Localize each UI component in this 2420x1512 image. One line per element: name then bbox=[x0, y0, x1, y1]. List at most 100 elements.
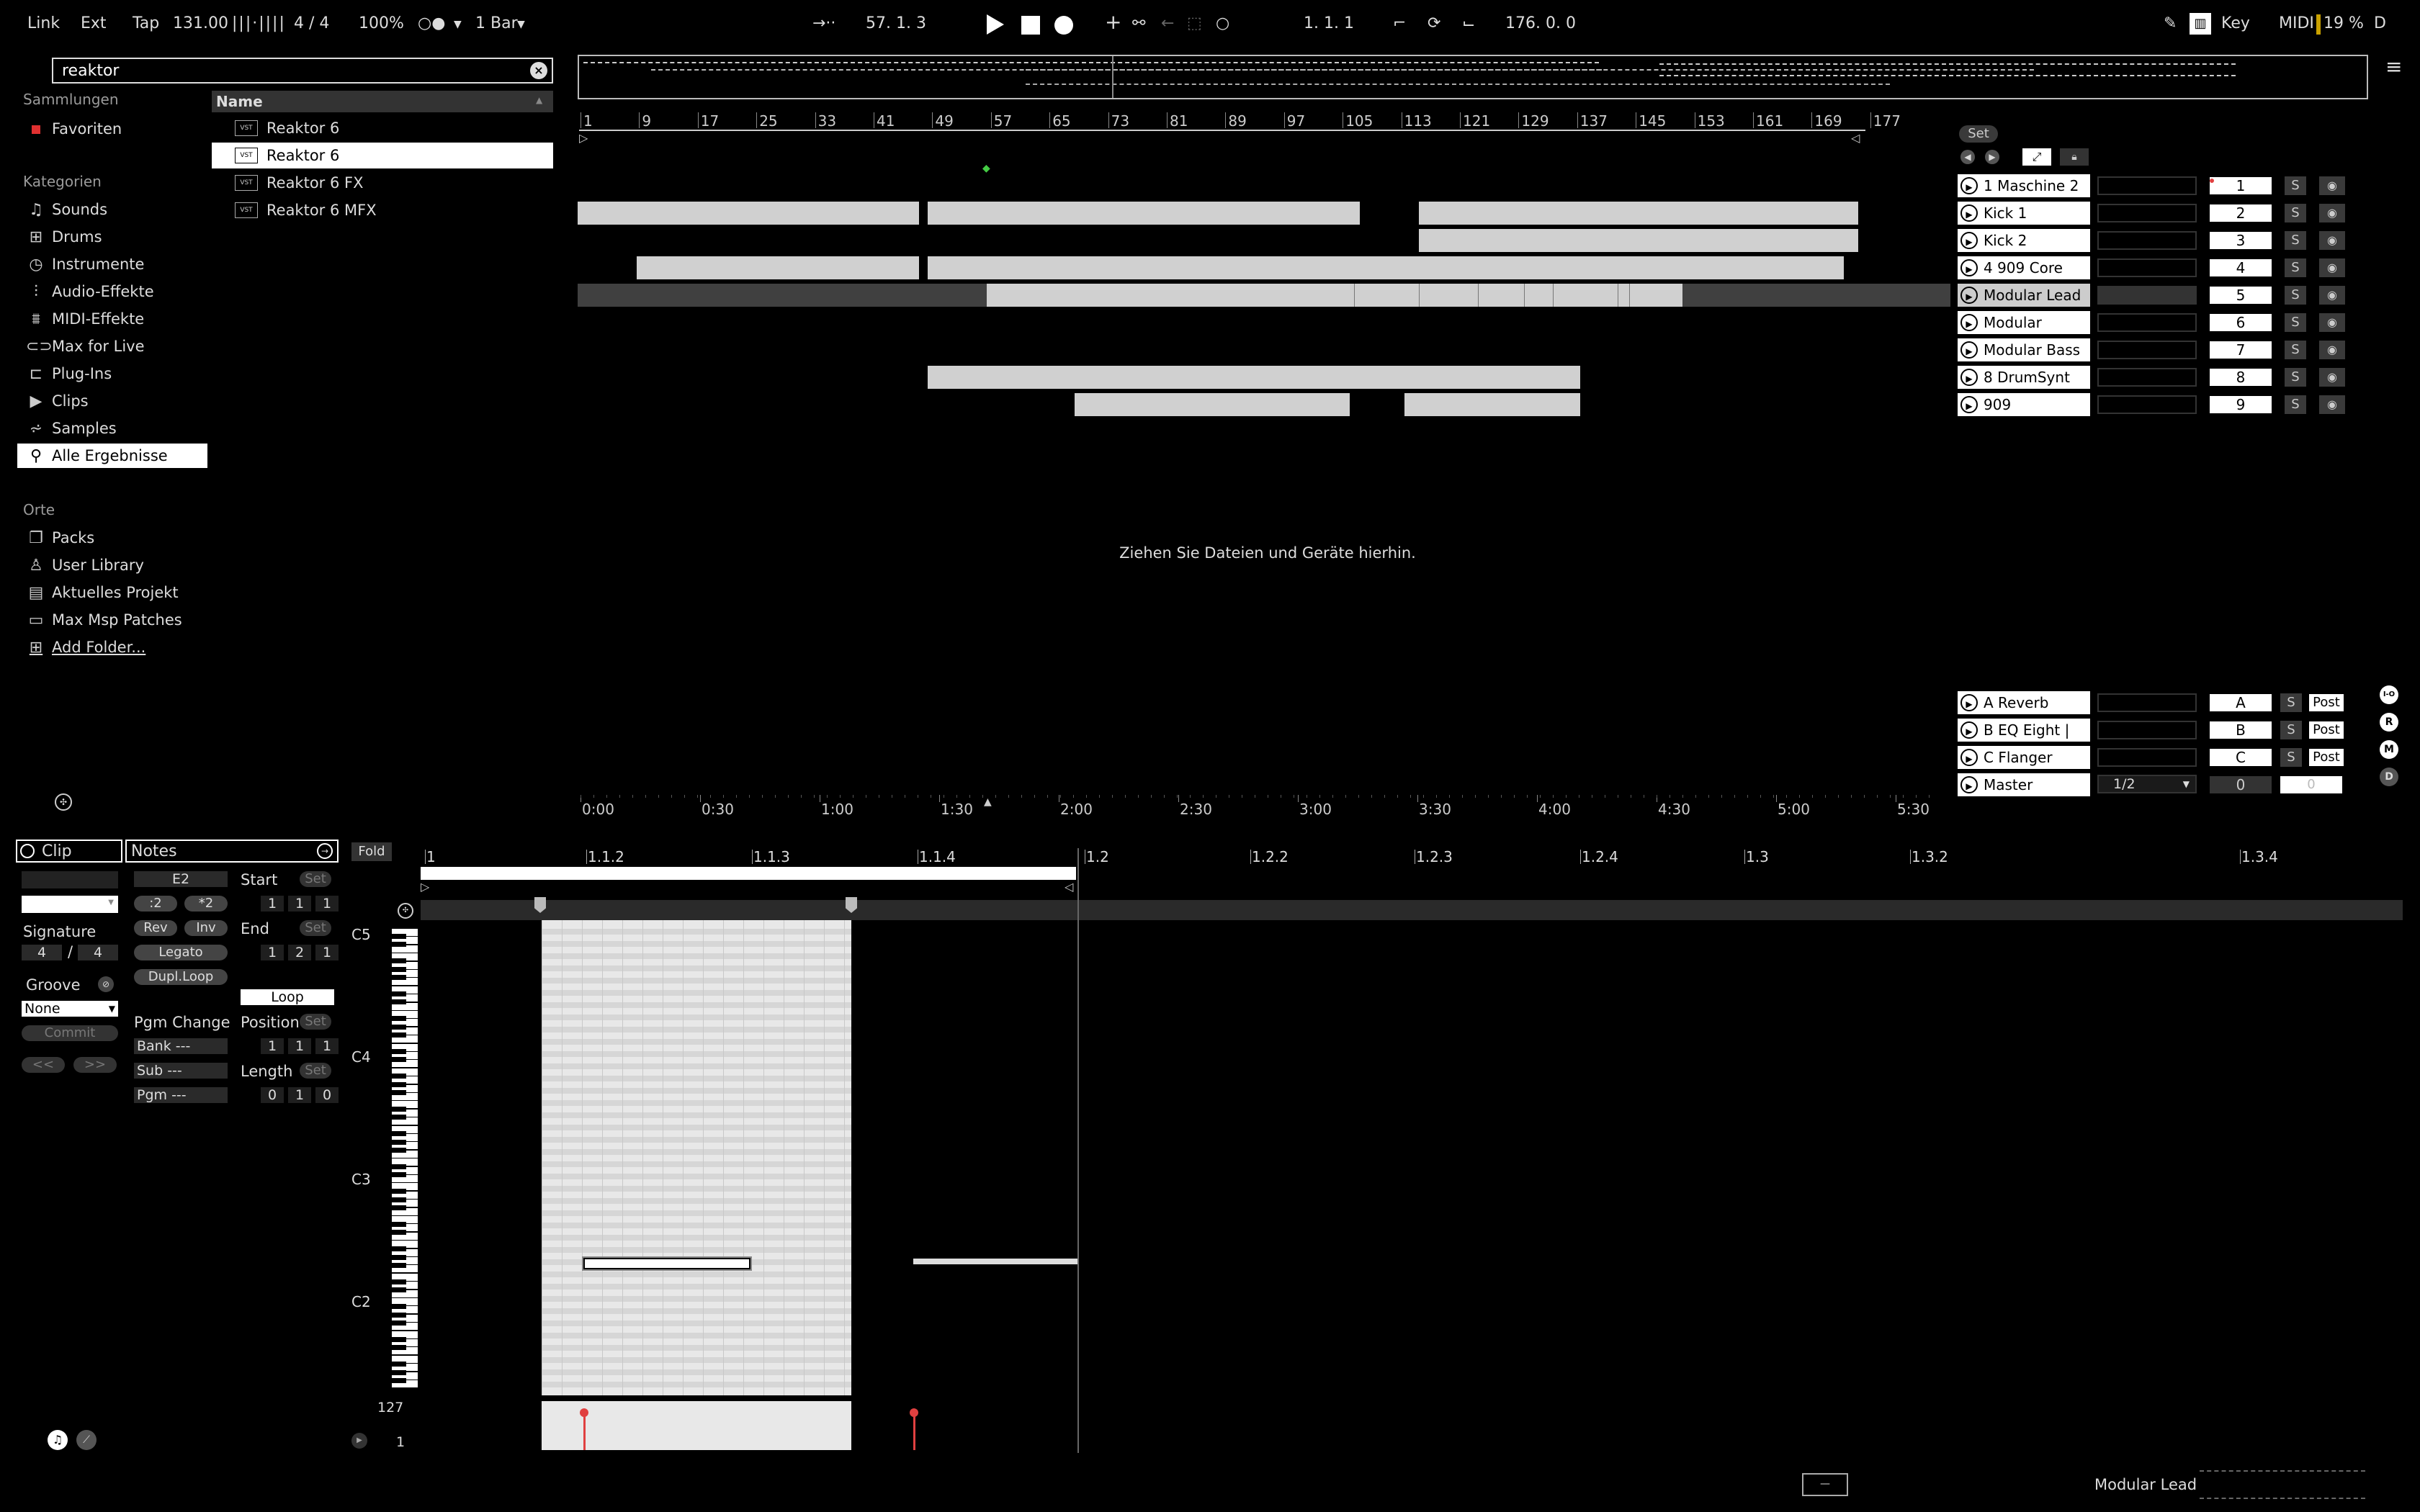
record-icon[interactable] bbox=[1054, 16, 1073, 35]
arm-icon[interactable]: ◉ bbox=[2319, 313, 2345, 332]
tempo-field[interactable]: 131.00 bbox=[173, 14, 228, 32]
previous-locator-icon[interactable]: ◀ bbox=[1960, 150, 1975, 164]
groove-select[interactable]: None ▼ bbox=[22, 1001, 118, 1017]
return-track-name[interactable]: ▶ A Reverb bbox=[1958, 691, 2090, 714]
play-icon[interactable]: ▶ bbox=[1960, 177, 1978, 194]
envelope-icon[interactable]: ⟋ bbox=[76, 1430, 97, 1450]
next-clip-button[interactable]: >> bbox=[73, 1057, 117, 1073]
sidebar-item-sounds[interactable]: ♫ Sounds bbox=[26, 197, 206, 222]
track-activator[interactable]: 9 bbox=[2210, 396, 2272, 413]
results-column-header[interactable]: Name bbox=[212, 91, 553, 112]
metronome-bars-icon[interactable]: |||·|||| bbox=[232, 14, 286, 32]
piano-black-key[interactable] bbox=[392, 1057, 406, 1063]
cue-output-select[interactable]: 1/2 ▼ bbox=[2097, 775, 2197, 793]
track-name[interactable]: ▶ Modular Lead bbox=[1958, 284, 2090, 307]
arm-icon[interactable]: ◉ bbox=[2319, 395, 2345, 414]
sidebar-item-max-msp-patches[interactable]: ▭ Max Msp Patches bbox=[26, 608, 206, 632]
sort-arrow-icon[interactable]: ▲ bbox=[536, 95, 542, 105]
sidebar-item-user-library[interactable]: ♙ User Library bbox=[26, 553, 206, 577]
groove-pool-icon[interactable]: ⊘ bbox=[98, 976, 114, 992]
post-button[interactable]: Post bbox=[2309, 694, 2344, 711]
notes-tab[interactable]: Notes → bbox=[125, 840, 339, 863]
loop-button[interactable]: Loop bbox=[241, 989, 334, 1005]
piano-black-key[interactable] bbox=[392, 1189, 406, 1194]
program-field[interactable]: Pgm --- bbox=[134, 1087, 228, 1103]
play-icon[interactable]: ▶ bbox=[1960, 396, 1978, 413]
play-icon[interactable]: ▶ bbox=[1960, 776, 1978, 793]
computer-keyboard-icon[interactable]: ▥ bbox=[2190, 13, 2211, 35]
piano-black-key[interactable] bbox=[392, 1263, 406, 1268]
sub-bank-field[interactable]: Sub --- bbox=[134, 1063, 228, 1079]
midi-map-button[interactable]: MIDI bbox=[2279, 14, 2314, 32]
reverse-button[interactable]: Rev bbox=[134, 920, 177, 936]
piano-black-key[interactable] bbox=[392, 991, 406, 996]
piano-black-key[interactable] bbox=[392, 1362, 406, 1367]
arrangement-clip[interactable] bbox=[1075, 393, 1350, 416]
set-start-button[interactable]: Set bbox=[300, 871, 331, 887]
loop-switch-icon[interactable]: ⟳ bbox=[1428, 14, 1440, 32]
sidebar-item-favorites[interactable]: Favoriten bbox=[26, 117, 206, 141]
master-volume-field[interactable]: 0 bbox=[2280, 776, 2342, 793]
position-beat[interactable]: 1 bbox=[288, 1038, 311, 1054]
loop-length[interactable]: 176. 0. 0 bbox=[1505, 14, 1576, 32]
piano-black-key[interactable] bbox=[392, 942, 406, 948]
midi-note[interactable] bbox=[913, 1259, 1077, 1264]
piano-black-key[interactable] bbox=[392, 1148, 406, 1153]
sidebar-item-drums[interactable]: ⊞ Drums bbox=[26, 225, 206, 249]
velocity-lane-toggle-icon[interactable]: ▶ bbox=[351, 1433, 367, 1449]
velocity-stem[interactable] bbox=[583, 1413, 586, 1450]
post-button[interactable]: Post bbox=[2309, 721, 2344, 739]
piano-black-key[interactable] bbox=[392, 1320, 406, 1326]
loop-start[interactable]: 1. 1. 1 bbox=[1304, 14, 1354, 32]
velocity-stem[interactable] bbox=[913, 1413, 915, 1450]
track-name[interactable]: ▶ Modular Bass bbox=[1958, 338, 2090, 361]
punch-in-icon[interactable]: ⌐ bbox=[1393, 14, 1406, 32]
arm-icon[interactable]: ◉ bbox=[2319, 286, 2345, 305]
position-sixteenth[interactable]: 1 bbox=[315, 1038, 339, 1054]
sidebar-item-aktuelles-projekt[interactable]: ▤ Aktuelles Projekt bbox=[26, 580, 206, 605]
track-activator[interactable]: 5 bbox=[2210, 287, 2272, 304]
ext-button[interactable]: Ext bbox=[81, 14, 107, 32]
sidebar-item-plug-ins[interactable]: ⊏ Plug-Ins bbox=[26, 361, 206, 386]
play-icon[interactable]: ▶ bbox=[1960, 287, 1978, 304]
result-item[interactable]: VST Reaktor 6 FX bbox=[212, 170, 553, 196]
arm-icon[interactable]: ◉ bbox=[2319, 341, 2345, 359]
expand-arrow-icon[interactable]: → bbox=[317, 843, 333, 859]
arrangement-clip[interactable] bbox=[1419, 229, 1858, 252]
invert-button[interactable]: Inv bbox=[184, 920, 228, 936]
legato-button[interactable]: Legato bbox=[134, 945, 228, 960]
stop-icon[interactable] bbox=[1021, 16, 1040, 35]
halve-button[interactable]: :2 bbox=[134, 896, 177, 912]
length-beat[interactable]: 1 bbox=[288, 1087, 311, 1103]
follow-icon[interactable]: →·· bbox=[812, 14, 835, 32]
play-icon[interactable]: ▶ bbox=[1960, 204, 1978, 222]
loop-brace[interactable] bbox=[579, 130, 1865, 143]
piano-black-key[interactable] bbox=[392, 1090, 406, 1095]
piano-black-key[interactable] bbox=[392, 934, 406, 939]
metronome-icon[interactable]: ○● bbox=[418, 14, 445, 32]
track-activator[interactable]: 2 bbox=[2210, 204, 2272, 222]
sidebar-item-instrumente[interactable]: ◷ Instrumente bbox=[26, 252, 206, 276]
solo-button[interactable]: S bbox=[2285, 368, 2306, 387]
start-beat[interactable]: 1 bbox=[288, 896, 311, 912]
track-activator[interactable]: 6 bbox=[2210, 314, 2272, 331]
length-bar[interactable]: 0 bbox=[261, 1087, 284, 1103]
piano-black-key[interactable] bbox=[392, 1246, 406, 1252]
session-record-icon[interactable]: ○ bbox=[1216, 14, 1229, 32]
arrangement-clip[interactable] bbox=[987, 284, 1682, 307]
play-icon[interactable]: ▶ bbox=[1960, 232, 1978, 249]
piano-black-key[interactable] bbox=[392, 1378, 406, 1383]
track-name[interactable]: ▶ Kick 1 bbox=[1958, 202, 2090, 225]
piano-black-key[interactable] bbox=[392, 1024, 406, 1030]
sidebar-item-clips[interactable]: ▶ Clips bbox=[26, 389, 206, 413]
arrangement-overview[interactable] bbox=[578, 55, 2368, 99]
arm-icon[interactable]: ◉ bbox=[2319, 231, 2345, 250]
midi-note-icon[interactable]: ♫ bbox=[48, 1430, 68, 1450]
end-marker-icon[interactable]: ◁ bbox=[1065, 880, 1073, 894]
signature-denominator[interactable]: 4 bbox=[78, 945, 118, 960]
play-icon[interactable]: ▶ bbox=[1960, 259, 1978, 276]
double-button[interactable]: *2 bbox=[184, 896, 228, 912]
fold-button[interactable]: Fold bbox=[351, 842, 392, 861]
io-button[interactable]: I-O bbox=[2380, 685, 2398, 704]
piano-black-key[interactable] bbox=[392, 1205, 406, 1210]
